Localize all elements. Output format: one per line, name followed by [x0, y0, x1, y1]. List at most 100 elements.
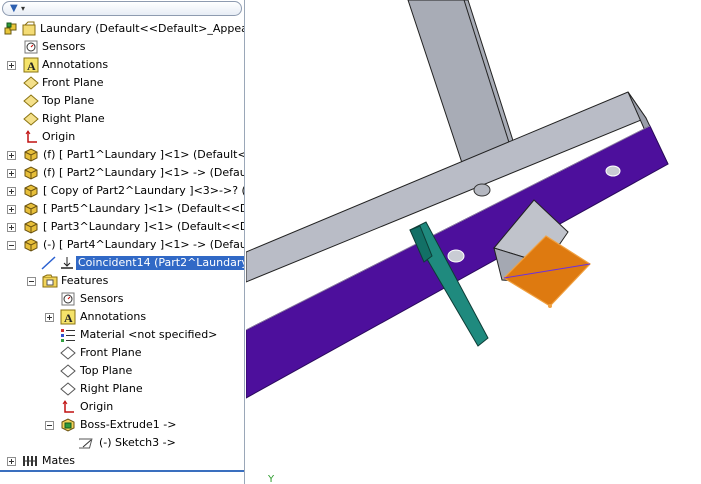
tree-item-label: [ Part5^Laundary ]<1> (Default<<Defau: [43, 202, 244, 215]
tree-item-label: Laundary (Default<<Default>_Appearanc: [40, 22, 244, 35]
svg-text:A: A: [64, 311, 73, 325]
collapse-toggle[interactable]: [27, 277, 36, 286]
tree-item-label: Top Plane: [80, 364, 133, 377]
plane-icon: [23, 111, 39, 127]
tree-item-label: Annotations: [42, 58, 109, 71]
tree-item-label: (f) [ Part1^Laundary ]<1> (Default<<De: [43, 148, 245, 161]
tree-item-label: Annotations: [80, 310, 147, 323]
tree-item-sub-origin[interactable]: Origin: [0, 398, 244, 416]
graphics-viewport[interactable]: Y: [246, 0, 701, 484]
tree-item-top-plane[interactable]: Top Plane: [0, 92, 244, 110]
tree-item-label: Sensors: [80, 292, 124, 305]
plane-icon: [23, 75, 39, 91]
plane-icon: [60, 381, 76, 397]
tree-item-component-copy-part2[interactable]: [ Copy of Part2^Laundary ]<3>->? (Defa: [0, 182, 244, 200]
plane-icon: [60, 345, 76, 361]
tree-item-label: Origin: [80, 400, 114, 413]
tree-item-component-part2[interactable]: (f) [ Part2^Laundary ]<1> -> (Default<<: [0, 164, 244, 182]
coincident-mate-icon: [59, 255, 75, 271]
plane-icon: [23, 93, 39, 109]
expand-toggle[interactable]: [7, 205, 16, 214]
expand-toggle[interactable]: [7, 151, 16, 160]
tree-item-label: [ Copy of Part2^Laundary ]<3>->? (Defa: [43, 184, 244, 197]
tree-item-sensors[interactable]: Sensors: [0, 38, 244, 56]
origin-icon: [23, 129, 39, 145]
mates-icon: [22, 453, 38, 469]
tree-item-component-part3[interactable]: [ Part3^Laundary ]<1> (Default<<Defau: [0, 218, 244, 236]
collapse-toggle[interactable]: [45, 421, 54, 430]
tree-item-label: Material <not specified>: [80, 328, 218, 341]
chevron-down-icon[interactable]: ▾: [21, 3, 25, 15]
tree-item-boss-extrude1[interactable]: Boss-Extrude1 ->: [0, 416, 244, 434]
tree-item-label: [ Part3^Laundary ]<1> (Default<<Defau: [43, 220, 244, 233]
tree-item-label: Right Plane: [42, 112, 105, 125]
tree-item-root-assembly[interactable]: Laundary (Default<<Default>_Appearanc: [0, 20, 244, 38]
material-icon: [60, 327, 76, 343]
beam-hole: [447, 249, 465, 263]
tree-item-label: Top Plane: [42, 94, 95, 107]
sketch-icon: [79, 435, 95, 451]
tree-item-label: Front Plane: [42, 76, 104, 89]
tree-item-sub-front-plane[interactable]: Front Plane: [0, 344, 244, 362]
tree-item-label: Mates: [42, 454, 76, 467]
tree-item-coincident14[interactable]: Coincident14 (Part2^Laundary<1>: [0, 254, 244, 272]
part-icon: [23, 219, 39, 235]
vertex-point: [548, 304, 552, 308]
tree-item-label: Front Plane: [80, 346, 142, 359]
tree-item-origin[interactable]: Origin: [0, 128, 244, 146]
sensor-icon: [60, 291, 76, 307]
tree-item-label: Origin: [42, 130, 76, 143]
collapse-toggle[interactable]: [7, 241, 16, 250]
expand-toggle[interactable]: [7, 61, 16, 70]
part-icon: [23, 237, 39, 253]
assembly-icon: [3, 21, 19, 37]
tree-item-component-part5[interactable]: [ Part5^Laundary ]<1> (Default<<Defau: [0, 200, 244, 218]
tree-item-sub-sensors[interactable]: Sensors: [0, 290, 244, 308]
expand-toggle[interactable]: [7, 223, 16, 232]
tree-item-label: (-) [ Part4^Laundary ]<1> -> (Default<<: [43, 238, 244, 251]
tree-item-component-part4[interactable]: (-) [ Part4^Laundary ]<1> -> (Default<<: [0, 236, 244, 254]
tree-item-label: Sensors: [42, 40, 86, 53]
tree-item-mates[interactable]: Mates: [0, 452, 244, 470]
tree-item-sub-annotations[interactable]: A Annotations: [0, 308, 244, 326]
tree-item-sub-top-plane[interactable]: Top Plane: [0, 362, 244, 380]
tree-item-component-part1[interactable]: (f) [ Part1^Laundary ]<1> (Default<<De: [0, 146, 245, 164]
tree-filter-bar[interactable]: ▼ ▾: [2, 1, 242, 16]
features-folder-icon: [42, 273, 58, 289]
tree-item-material[interactable]: Material <not specified>: [0, 326, 244, 344]
annotations-icon: A: [60, 309, 76, 325]
expand-toggle[interactable]: [7, 457, 16, 466]
beam-hole: [473, 183, 491, 197]
tree-item-sketch3[interactable]: (-) Sketch3 ->: [0, 434, 244, 452]
funnel-icon[interactable]: ▼: [10, 3, 18, 15]
extrude-icon: [60, 417, 76, 433]
sketch-line-icon: [41, 255, 57, 271]
expand-toggle[interactable]: [45, 313, 54, 322]
origin-icon: [60, 399, 76, 415]
tree-item-label: Features: [61, 274, 109, 287]
tree-item-label: Right Plane: [80, 382, 143, 395]
part-icon: [23, 201, 39, 217]
tree-item-label: Coincident14 (Part2^Laundary<1>: [76, 256, 244, 270]
feature-manager-tree: ▼ ▾ Laundary (Default<<Default>_Appearan…: [0, 0, 245, 484]
beam-hole: [605, 165, 621, 177]
configuration-icon: [21, 21, 37, 37]
tree-item-label: (f) [ Part2^Laundary ]<1> -> (Default<<: [43, 166, 244, 179]
part-icon: [23, 165, 39, 181]
axis-label-y: Y: [267, 474, 275, 484]
tree-item-label: (-) Sketch3 ->: [99, 436, 176, 449]
part-icon: [23, 183, 39, 199]
annotations-icon: A: [23, 57, 39, 73]
tree-item-sub-right-plane[interactable]: Right Plane: [0, 380, 244, 398]
tree-item-right-plane[interactable]: Right Plane: [0, 110, 244, 128]
expand-toggle[interactable]: [7, 187, 16, 196]
expand-toggle[interactable]: [7, 169, 16, 178]
tree-item-front-plane[interactable]: Front Plane: [0, 74, 244, 92]
svg-text:A: A: [27, 59, 36, 73]
sensor-icon: [23, 39, 39, 55]
part-icon: [23, 147, 39, 163]
tree-bottom-divider: [0, 470, 244, 472]
tree-item-label: Boss-Extrude1 ->: [80, 418, 177, 431]
tree-item-annotations[interactable]: A Annotations: [0, 56, 244, 74]
tree-item-features[interactable]: Features: [0, 272, 244, 290]
